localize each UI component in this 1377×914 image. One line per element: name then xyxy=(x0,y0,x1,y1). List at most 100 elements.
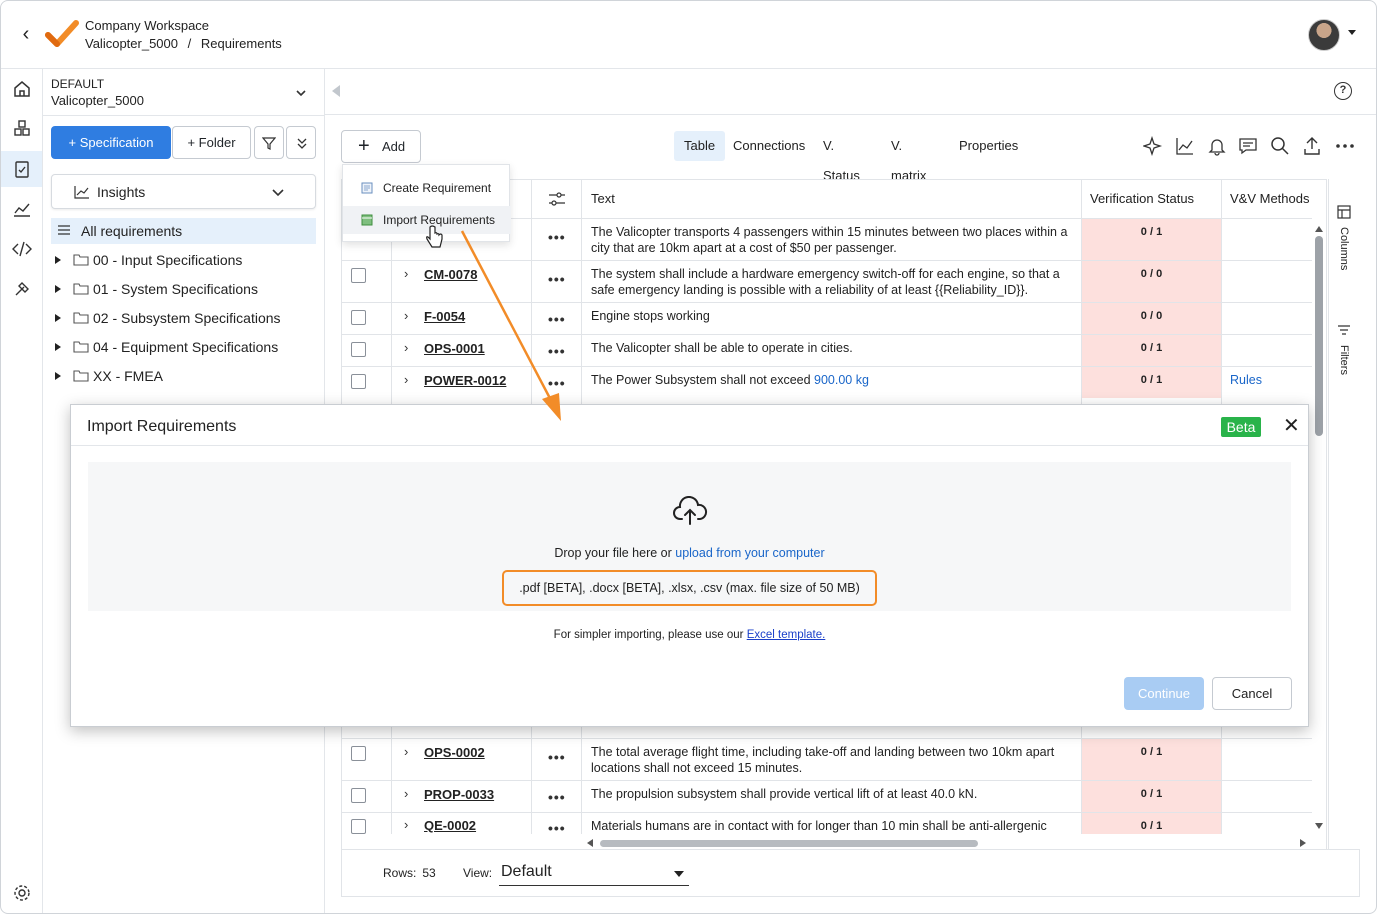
filter-button[interactable] xyxy=(254,126,284,159)
chart-line-icon[interactable] xyxy=(1175,136,1195,156)
table-row[interactable]: › PROP-0033 ••• The propulsion subsystem… xyxy=(342,780,1312,812)
close-icon[interactable]: ✕ xyxy=(1283,413,1300,438)
project-selector[interactable]: Valicopter_5000 xyxy=(51,93,144,108)
caret-right-icon[interactable] xyxy=(55,372,61,380)
filters-tab[interactable]: Filters xyxy=(1338,345,1350,375)
tree-folder-item[interactable]: 04 - Equipment Specifications xyxy=(51,336,321,360)
column-header-vv-methods[interactable]: V&V Methods xyxy=(1230,180,1310,218)
upload-link[interactable]: upload from your computer xyxy=(675,546,824,560)
table-row[interactable]: › OPS-0001 ••• The Valicopter shall be a… xyxy=(342,334,1312,366)
more-icon[interactable] xyxy=(1335,136,1355,156)
upload-icon[interactable] xyxy=(1302,136,1322,156)
chart-icon[interactable] xyxy=(12,199,32,219)
table-row[interactable]: › QE-0002 ••• Materials humans are in co… xyxy=(342,812,1312,834)
sparkle-icon[interactable] xyxy=(1143,136,1163,156)
chevron-right-icon[interactable]: › xyxy=(404,340,408,355)
columns-tab[interactable]: Columns xyxy=(1338,227,1350,270)
code-icon[interactable] xyxy=(12,239,32,259)
row-menu-icon[interactable]: ••• xyxy=(548,343,566,359)
chevron-right-icon[interactable]: › xyxy=(404,786,408,801)
tree-folder-item[interactable]: 00 - Input Specifications xyxy=(51,249,321,273)
filter-lines-icon[interactable] xyxy=(1337,323,1351,337)
tree-folder-item[interactable]: 01 - System Specifications xyxy=(51,278,321,302)
cancel-button[interactable]: Cancel xyxy=(1212,677,1292,710)
scroll-up-icon[interactable] xyxy=(1315,226,1323,232)
gear-icon[interactable] xyxy=(12,883,32,903)
clipboard-check-icon[interactable] xyxy=(12,159,32,179)
row-menu-icon[interactable]: ••• xyxy=(548,375,566,391)
tab-v-matrix[interactable]: V. matrix xyxy=(881,131,936,183)
add-specification-button[interactable]: + Specification xyxy=(51,126,171,159)
tab-v-status[interactable]: V. Status xyxy=(813,131,870,183)
continue-button[interactable]: Continue xyxy=(1124,677,1204,710)
bell-icon[interactable] xyxy=(1207,136,1227,156)
table-row[interactable]: › F-0054 ••• Engine stops working 0 / 0 xyxy=(342,302,1312,334)
table-row[interactable]: › POWER-0012 ••• The Power Subsystem sha… xyxy=(342,366,1312,398)
chevron-down-icon[interactable] xyxy=(1348,30,1356,35)
row-checkbox[interactable] xyxy=(351,342,366,357)
chevron-right-icon[interactable]: › xyxy=(404,308,408,323)
row-menu-icon[interactable]: ••• xyxy=(548,229,566,245)
parameter-value[interactable]: 900.00 kg xyxy=(814,373,869,387)
column-settings-icon[interactable] xyxy=(548,192,566,206)
tab-table[interactable]: Table xyxy=(674,131,726,161)
tree-folder-item[interactable]: XX - FMEA xyxy=(51,365,321,389)
row-checkbox[interactable] xyxy=(351,819,366,834)
table-row[interactable]: › CM-0078 ••• The system shall include a… xyxy=(342,260,1312,302)
tool-icon[interactable] xyxy=(12,279,32,299)
horizontal-scrollbar[interactable] xyxy=(600,840,978,847)
row-menu-icon[interactable]: ••• xyxy=(548,820,566,834)
add-folder-button[interactable]: + Folder xyxy=(172,126,251,159)
row-checkbox[interactable] xyxy=(351,374,366,389)
columns-icon[interactable] xyxy=(1337,205,1351,219)
caret-right-icon[interactable] xyxy=(55,314,61,322)
caret-right-icon[interactable] xyxy=(55,285,61,293)
tab-connections[interactable]: Connections xyxy=(723,131,815,161)
requirement-id[interactable]: F-0054 xyxy=(424,309,465,324)
requirement-id[interactable]: PROP-0033 xyxy=(424,787,494,802)
vv-method-link[interactable]: Rules xyxy=(1230,373,1262,387)
file-drop-zone[interactable]: Drop your file here or upload from your … xyxy=(88,462,1291,611)
breadcrumb-project[interactable]: Valicopter_5000 xyxy=(85,36,178,51)
column-header-text[interactable]: Text xyxy=(591,180,615,218)
scroll-left-icon[interactable] xyxy=(587,839,593,847)
home-icon[interactable] xyxy=(12,79,32,99)
chevron-right-icon[interactable]: › xyxy=(404,372,408,387)
row-checkbox[interactable] xyxy=(351,788,366,803)
caret-right-icon[interactable] xyxy=(55,256,61,264)
excel-template-link[interactable]: Excel template. xyxy=(747,629,826,641)
row-menu-icon[interactable]: ••• xyxy=(548,311,566,327)
comment-icon[interactable] xyxy=(1238,136,1258,156)
tab-properties[interactable]: Properties xyxy=(949,131,1028,161)
row-checkbox[interactable] xyxy=(351,746,366,761)
requirement-id[interactable]: OPS-0001 xyxy=(424,341,485,356)
help-icon[interactable]: ? xyxy=(1334,82,1352,100)
row-menu-icon[interactable]: ••• xyxy=(548,749,566,765)
requirement-id[interactable]: OPS-0002 xyxy=(424,745,485,760)
requirement-id[interactable]: QE-0002 xyxy=(424,818,476,833)
collapse-all-button[interactable] xyxy=(286,126,316,159)
chevron-right-icon[interactable]: › xyxy=(404,817,408,832)
all-requirements-item[interactable]: All requirements xyxy=(51,218,316,244)
collapse-sidebar-icon[interactable] xyxy=(332,85,340,97)
row-menu-icon[interactable]: ••• xyxy=(548,271,566,287)
scroll-down-icon[interactable] xyxy=(1315,823,1323,829)
chevron-down-icon[interactable] xyxy=(295,87,307,99)
search-icon[interactable] xyxy=(1270,136,1290,156)
menu-item-create-requirement[interactable]: Create Requirement xyxy=(343,174,511,202)
back-icon[interactable]: ‹ xyxy=(15,23,37,45)
requirement-id[interactable]: CM-0078 xyxy=(424,267,477,282)
column-header-verification-status[interactable]: Verification Status xyxy=(1090,180,1194,218)
view-select[interactable]: Default xyxy=(499,858,689,886)
scroll-right-icon[interactable] xyxy=(1300,839,1306,847)
row-checkbox[interactable] xyxy=(351,268,366,283)
add-button[interactable]: + Add xyxy=(341,130,421,163)
table-row[interactable]: › OPS-0002 ••• The total average flight … xyxy=(342,738,1312,780)
caret-right-icon[interactable] xyxy=(55,343,61,351)
chevron-right-icon[interactable]: › xyxy=(404,266,408,281)
vertical-scrollbar[interactable] xyxy=(1315,236,1323,436)
cubes-icon[interactable] xyxy=(12,119,32,139)
requirement-id[interactable]: POWER-0012 xyxy=(424,373,506,388)
row-checkbox[interactable] xyxy=(351,310,366,325)
insights-dropdown[interactable]: Insights xyxy=(51,174,316,209)
